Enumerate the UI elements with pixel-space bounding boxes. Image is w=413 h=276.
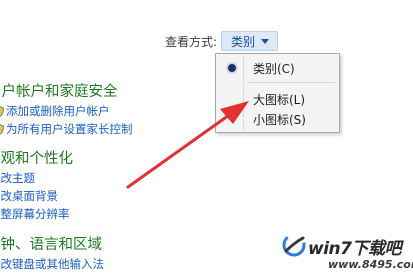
watermark-url: www.8495.com bbox=[328, 258, 413, 271]
watermark-logo-icon bbox=[282, 233, 306, 257]
watermark-brand: win7下载吧 bbox=[308, 239, 401, 259]
watermark: win7下载吧 www.8495.com bbox=[282, 229, 413, 276]
